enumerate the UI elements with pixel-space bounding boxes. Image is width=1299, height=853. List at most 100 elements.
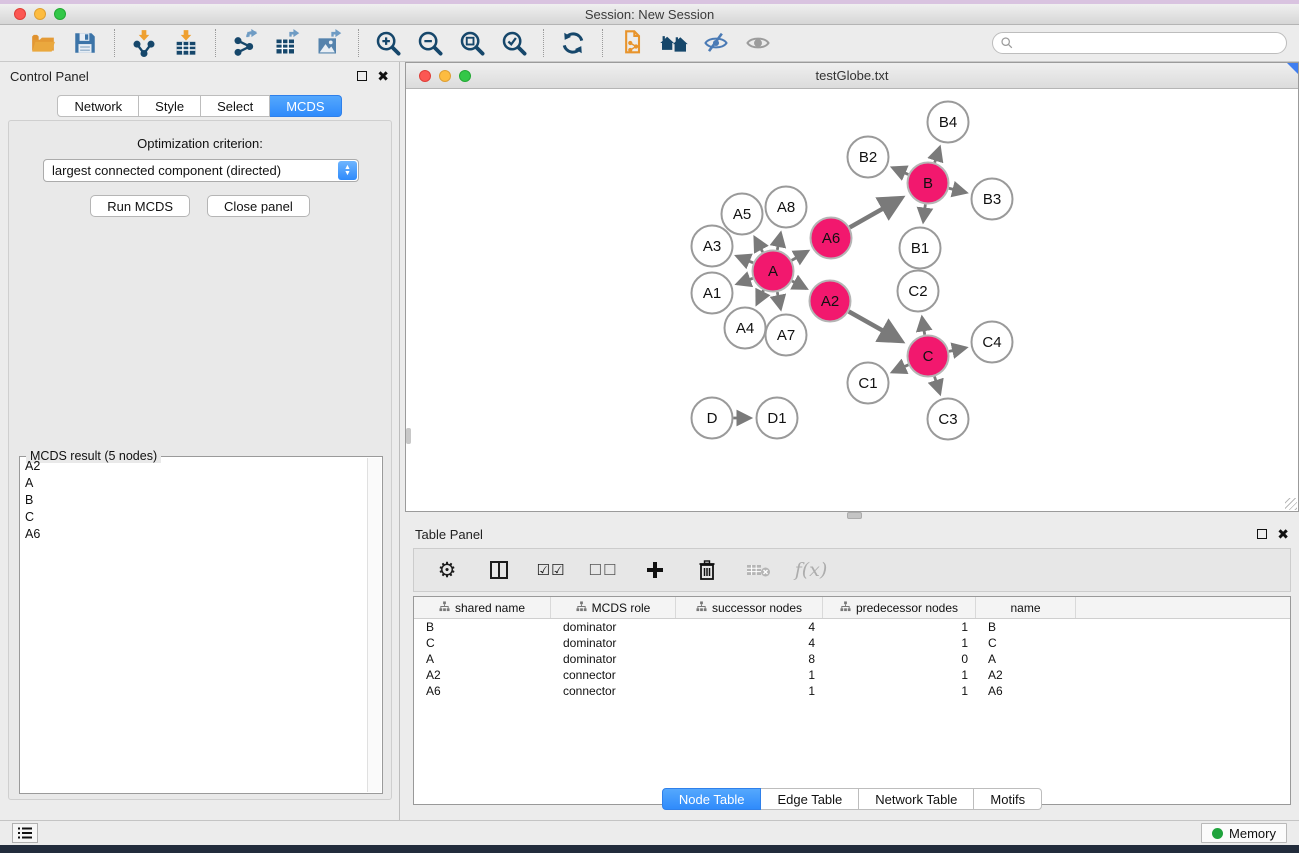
edge-C-C1[interactable] <box>892 365 908 372</box>
edge-B-B4[interactable] <box>935 147 940 162</box>
column-header-shared-name[interactable]: shared name <box>414 597 551 618</box>
graph-node-A2[interactable]: A2 <box>810 281 851 322</box>
float-panel-icon[interactable] <box>357 71 367 81</box>
task-history-button[interactable] <box>12 823 38 843</box>
export-network-button[interactable] <box>228 28 262 58</box>
run-mcds-button[interactable]: Run MCDS <box>90 195 190 217</box>
show-button[interactable] <box>741 28 775 58</box>
network-vertical-scrollbar-thumb[interactable] <box>406 428 411 444</box>
graph-node-A6[interactable]: A6 <box>811 218 852 259</box>
graph-node-B4[interactable]: B4 <box>928 102 969 143</box>
table-row[interactable]: Adominator80A <box>414 651 1290 667</box>
optimization-criterion-dropdown[interactable]: largest connected component (directed) ▲… <box>43 159 359 182</box>
search-input[interactable] <box>1018 34 1286 52</box>
graph-node-C[interactable]: C <box>908 336 949 377</box>
graph-node-A7[interactable]: A7 <box>766 315 807 356</box>
graph-node-D[interactable]: D <box>692 398 733 439</box>
edge-A-A2[interactable] <box>792 281 806 289</box>
column-header-predecessor-nodes[interactable]: predecessor nodes <box>823 597 976 618</box>
edge-A-A6[interactable] <box>792 251 808 260</box>
graph-node-B1[interactable]: B1 <box>900 228 941 269</box>
edge-A2-C[interactable] <box>849 312 902 342</box>
edge-C-C2[interactable] <box>922 317 925 334</box>
zoom-selected-button[interactable] <box>497 28 531 58</box>
columns-button[interactable] <box>484 555 514 585</box>
tab-mcds[interactable]: MCDS <box>270 95 341 117</box>
refresh-button[interactable] <box>556 28 590 58</box>
edge-A-A3[interactable] <box>737 256 753 263</box>
result-scrollbar[interactable] <box>367 458 381 792</box>
zoom-fit-button[interactable] <box>455 28 489 58</box>
graph-node-A3[interactable]: A3 <box>692 226 733 267</box>
tab-style[interactable]: Style <box>139 95 201 117</box>
graph-node-C2[interactable]: C2 <box>898 271 939 312</box>
search-field[interactable] <box>992 32 1287 54</box>
column-header-MCDS-role[interactable]: MCDS role <box>551 597 676 618</box>
net-zoom-button[interactable] <box>459 70 471 82</box>
zoom-out-button[interactable] <box>413 28 447 58</box>
add-button[interactable] <box>640 555 670 585</box>
tab-network[interactable]: Network <box>57 95 139 117</box>
graph-node-B3[interactable]: B3 <box>972 179 1013 220</box>
close-table-panel-icon[interactable]: ✖ <box>1277 529 1289 539</box>
delete-button[interactable] <box>692 555 722 585</box>
close-window-button[interactable] <box>14 8 26 20</box>
table-row[interactable]: Bdominator41B <box>414 619 1290 635</box>
edge-C-C3[interactable] <box>935 376 940 393</box>
edge-A-A7[interactable] <box>777 292 780 309</box>
table-row[interactable]: Cdominator41C <box>414 635 1290 651</box>
select-all-button[interactable]: ☑☑ <box>536 555 566 585</box>
float-table-panel-icon[interactable] <box>1257 529 1267 539</box>
network-from-file-button[interactable] <box>615 28 649 58</box>
home-button[interactable] <box>657 28 691 58</box>
edge-A6-B[interactable] <box>850 198 902 227</box>
net-minimize-button[interactable] <box>439 70 451 82</box>
graph-node-A5[interactable]: A5 <box>722 194 763 235</box>
edge-B-B1[interactable] <box>923 204 925 221</box>
graph-node-C3[interactable]: C3 <box>928 399 969 440</box>
close-panel-icon[interactable]: ✖ <box>377 71 389 81</box>
graph-node-C4[interactable]: C4 <box>972 322 1013 363</box>
graph-node-C1[interactable]: C1 <box>848 363 889 404</box>
memory-button[interactable]: Memory <box>1201 823 1287 843</box>
edge-B-B3[interactable] <box>949 188 966 192</box>
edge-A-A4[interactable] <box>757 290 764 304</box>
edge-A-A8[interactable] <box>777 233 780 250</box>
edge-A-A1[interactable] <box>737 278 753 284</box>
import-network-button[interactable] <box>127 28 161 58</box>
export-table-button[interactable] <box>270 28 304 58</box>
tab-node-table[interactable]: Node Table <box>662 788 762 810</box>
minimize-window-button[interactable] <box>34 8 46 20</box>
resize-grip[interactable] <box>1285 498 1297 510</box>
delete-column-button[interactable] <box>744 555 774 585</box>
network-horizontal-scrollbar-thumb[interactable] <box>847 512 862 519</box>
zoom-window-button[interactable] <box>54 8 66 20</box>
tab-network-table[interactable]: Network Table <box>859 788 974 810</box>
graph-node-A4[interactable]: A4 <box>725 308 766 349</box>
import-table-button[interactable] <box>169 28 203 58</box>
tab-edge-table[interactable]: Edge Table <box>761 788 859 810</box>
net-close-button[interactable] <box>419 70 431 82</box>
function-button[interactable]: f(x) <box>796 555 826 585</box>
table-row[interactable]: A6connector11A6 <box>414 683 1290 699</box>
hide-button[interactable] <box>699 28 733 58</box>
edge-A-A5[interactable] <box>755 237 763 252</box>
column-header-successor-nodes[interactable]: successor nodes <box>676 597 823 618</box>
save-session-button[interactable] <box>68 28 102 58</box>
edge-C-C4[interactable] <box>949 348 966 352</box>
open-session-button[interactable] <box>26 28 60 58</box>
column-header-name[interactable]: name <box>976 597 1076 618</box>
tab-select[interactable]: Select <box>201 95 270 117</box>
graph-node-A1[interactable]: A1 <box>692 273 733 314</box>
tab-motifs[interactable]: Motifs <box>974 788 1042 810</box>
zoom-in-button[interactable] <box>371 28 405 58</box>
deselect-all-button[interactable]: ☐☐ <box>588 555 618 585</box>
edge-B-B2[interactable] <box>892 168 908 175</box>
table-row[interactable]: A2connector11A2 <box>414 667 1290 683</box>
gear-button[interactable]: ⚙ <box>432 555 462 585</box>
network-canvas[interactable]: B4B2BB3A8A5A6A3B1AC2A1A2A4A7C4CC1DD1C3 <box>406 89 1298 511</box>
graph-node-D1[interactable]: D1 <box>757 398 798 439</box>
graph-node-B2[interactable]: B2 <box>848 137 889 178</box>
graph-node-A8[interactable]: A8 <box>766 187 807 228</box>
export-image-button[interactable] <box>312 28 346 58</box>
